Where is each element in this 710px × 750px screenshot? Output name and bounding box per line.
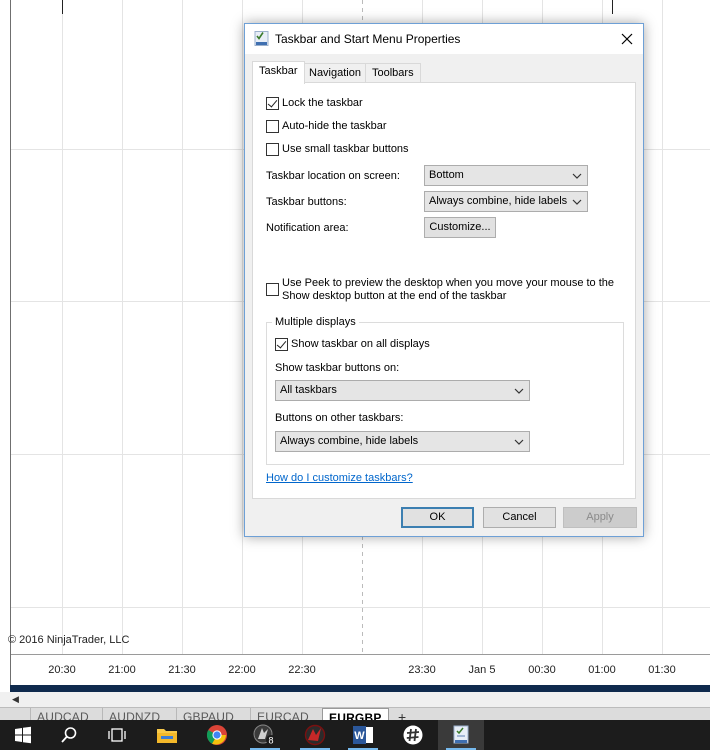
checkbox-label: Show taskbar on all displays: [291, 338, 430, 350]
taskbar-buttons-label: Taskbar buttons:: [266, 196, 347, 208]
tab-taskbar[interactable]: Taskbar: [252, 61, 305, 84]
chart-horizontal-scrollbar[interactable]: [10, 685, 710, 692]
help-link[interactable]: How do I customize taskbars?: [266, 472, 413, 484]
peek-checkbox[interactable]: Use Peek to preview the desktop when you…: [266, 277, 614, 303]
checkbox-box[interactable]: [266, 283, 279, 296]
checkbox-box[interactable]: [266, 143, 279, 156]
chevron-down-icon: [572, 173, 582, 179]
vertical-gridline: [662, 0, 663, 655]
taskbar-buttons-value: Always combine, hide labels: [429, 195, 568, 207]
taskbar-properties-button[interactable]: [438, 720, 484, 750]
show-buttons-on-label: Show taskbar buttons on:: [275, 362, 400, 374]
tab-toolbars[interactable]: Toolbars: [365, 63, 421, 83]
chrome-button[interactable]: [194, 720, 240, 750]
vertical-gridline: [62, 0, 63, 655]
time-axis-label: 23:30: [408, 664, 436, 676]
other-taskbars-dropdown[interactable]: Always combine, hide labels: [275, 431, 530, 452]
windows-logo-icon: [15, 726, 31, 744]
start-button[interactable]: [0, 720, 46, 750]
taskbar-properties-dialog: Taskbar and Start Menu Properties Taskba…: [244, 23, 644, 537]
chevron-down-icon: [514, 439, 524, 445]
show-buttons-on-value: All taskbars: [280, 384, 337, 396]
ok-button[interactable]: OK: [401, 507, 474, 528]
file-explorer-button[interactable]: [144, 720, 190, 750]
cancel-button[interactable]: Cancel: [483, 507, 556, 528]
x-axis-line: [11, 654, 710, 655]
notification-area-label: Notification area:: [266, 222, 349, 234]
trading-app-button[interactable]: [292, 720, 338, 750]
folder-icon: [157, 729, 177, 743]
small-buttons-checkbox[interactable]: Use small taskbar buttons: [266, 143, 409, 156]
time-axis-label: 21:30: [168, 664, 196, 676]
checkbox-label: Use small taskbar buttons: [282, 143, 409, 155]
vertical-gridline: [182, 0, 183, 655]
show-buttons-on-dropdown[interactable]: All taskbars: [275, 380, 530, 401]
scroll-left-arrow-icon[interactable]: ◀: [12, 694, 19, 705]
multiple-displays-title: Multiple displays: [272, 316, 359, 328]
candle-wick: [62, 0, 63, 14]
time-axis-label: Jan 5: [468, 664, 496, 676]
other-taskbars-value: Always combine, hide labels: [280, 435, 419, 447]
ninjatrader-badge-icon: 8: [253, 724, 276, 746]
time-axis-label: 00:30: [528, 664, 556, 676]
search-icon: [61, 727, 77, 743]
auto-hide-checkbox[interactable]: Auto-hide the taskbar: [266, 120, 387, 133]
close-icon: [621, 33, 633, 45]
word-button[interactable]: W: [340, 720, 386, 750]
ninjatrader-icon: [304, 724, 326, 746]
show-all-displays-checkbox[interactable]: Show taskbar on all displays: [275, 338, 430, 351]
customize-button[interactable]: Customize...: [424, 217, 496, 238]
time-axis-label: 01:00: [588, 664, 616, 676]
peek-label-line1: Use Peek to preview the desktop when you…: [282, 277, 615, 289]
time-axis-label: 20:30: [48, 664, 76, 676]
time-axis-label: 21:00: [108, 664, 136, 676]
task-view-button[interactable]: [94, 720, 140, 750]
other-taskbars-label: Buttons on other taskbars:: [275, 412, 404, 424]
peek-label-line2: Show desktop button at the end of the ta…: [282, 290, 507, 302]
tab-navigation[interactable]: Navigation: [302, 63, 368, 83]
chevron-down-icon: [572, 199, 582, 205]
scroll-track[interactable]: [0, 692, 710, 707]
time-axis-label: 22:30: [288, 664, 316, 676]
peek-label: Use Peek to preview the desktop when you…: [282, 277, 614, 303]
close-button[interactable]: [611, 24, 643, 54]
slack-icon: [403, 725, 423, 745]
location-dropdown[interactable]: Bottom: [424, 165, 588, 186]
dialog-title: Taskbar and Start Menu Properties: [275, 32, 461, 46]
checkbox-label: Lock the taskbar: [282, 97, 363, 109]
checkbox-box[interactable]: [266, 120, 279, 133]
taskbar-properties-icon: [254, 31, 269, 46]
word-icon: W: [353, 726, 373, 744]
ninjatrader-app-button[interactable]: 8: [242, 720, 288, 750]
candle-wick: [612, 0, 613, 14]
search-button[interactable]: [46, 720, 92, 750]
location-label: Taskbar location on screen:: [266, 170, 400, 182]
location-value: Bottom: [429, 169, 464, 181]
checkbox-box[interactable]: [275, 338, 288, 351]
task-view-icon: [108, 728, 126, 742]
time-axis-label: 01:30: [648, 664, 676, 676]
taskbar-properties-icon: [453, 725, 469, 744]
notification-count: 8: [268, 736, 273, 746]
checkbox-label: Auto-hide the taskbar: [282, 120, 387, 132]
vertical-gridline: [122, 0, 123, 655]
apply-button[interactable]: Apply: [563, 507, 637, 528]
checkbox-box[interactable]: [266, 97, 279, 110]
chevron-down-icon: [514, 388, 524, 394]
dialog-titlebar[interactable]: Taskbar and Start Menu Properties: [245, 24, 643, 54]
vertical-gridline: [242, 0, 243, 655]
time-axis-label: 22:00: [228, 664, 256, 676]
chart-left-border: [10, 0, 11, 686]
copyright-text: © 2016 NinjaTrader, LLC: [8, 634, 130, 646]
chrome-icon: [206, 725, 227, 745]
svg-text:W: W: [354, 730, 365, 742]
slack-button[interactable]: [390, 720, 436, 750]
taskbar-buttons-dropdown[interactable]: Always combine, hide labels: [424, 191, 588, 212]
horizontal-gridline: [11, 607, 710, 608]
lock-taskbar-checkbox[interactable]: Lock the taskbar: [266, 97, 363, 110]
